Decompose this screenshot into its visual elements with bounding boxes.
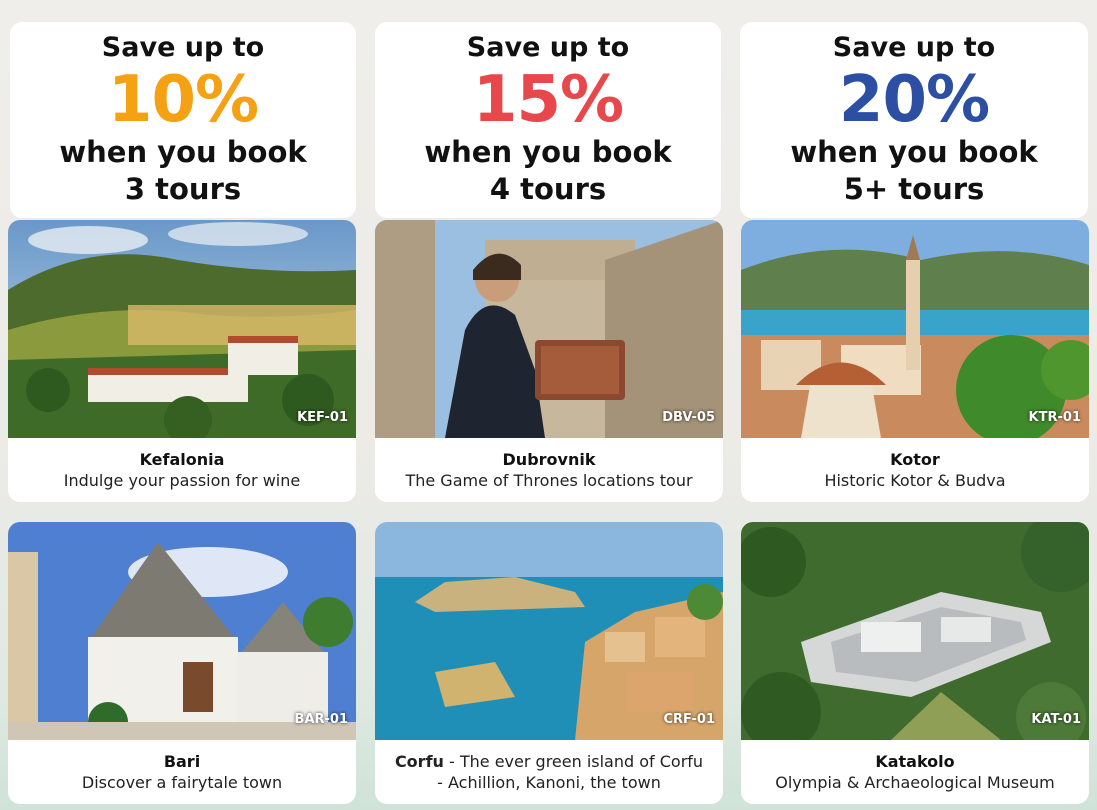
tour-description-line2: - Achillion, Kanoni, the town bbox=[437, 773, 661, 792]
tour-name: Katakolo bbox=[875, 752, 955, 771]
promo-tour-count: 3 tours bbox=[124, 172, 242, 206]
promo-save-label: Save up to bbox=[466, 32, 630, 63]
tour-description-line1: - The ever green island of Corfu bbox=[443, 752, 704, 771]
tour-card-kotor[interactable]: KTR-01 Kotor Historic Kotor & Budva bbox=[741, 220, 1089, 502]
tour-description: Discover a fairytale town bbox=[81, 773, 283, 792]
tour-description: Corfu - The ever green island of Corfu bbox=[381, 751, 717, 772]
tour-name: Dubrovnik bbox=[502, 450, 596, 469]
promo-tour-count: 5+ tours bbox=[843, 172, 985, 206]
tour-photo-bari bbox=[8, 522, 356, 740]
tour-photo-corfu bbox=[375, 522, 723, 740]
tour-name: Kotor bbox=[890, 450, 940, 469]
tour-card-bari[interactable]: BAR-01 Bari Discover a fairytale town bbox=[8, 522, 356, 804]
tour-card-katakolo[interactable]: KAT-01 Katakolo Olympia & Archaeological… bbox=[741, 522, 1089, 804]
tour-description: Indulge your passion for wine bbox=[63, 471, 301, 490]
tour-code: DBV-05 bbox=[662, 410, 715, 425]
tour-caption: Kotor Historic Kotor & Budva bbox=[741, 438, 1089, 502]
tour-photo-katakolo bbox=[741, 522, 1089, 740]
promo-percent: 20% bbox=[838, 63, 990, 137]
promo-condition: when you book bbox=[59, 135, 307, 169]
tour-code: BAR-01 bbox=[294, 712, 348, 727]
tour-card-corfu[interactable]: CRF-01 Corfu - The ever green island of … bbox=[375, 522, 723, 804]
tour-caption: Kefalonia Indulge your passion for wine bbox=[8, 438, 356, 502]
tour-description: Historic Kotor & Budva bbox=[824, 471, 1006, 490]
promo-save-label: Save up to bbox=[101, 32, 265, 63]
tour-photo-kotor bbox=[741, 220, 1089, 438]
promo-condition: when you book bbox=[424, 135, 672, 169]
tour-code: KTR-01 bbox=[1028, 410, 1081, 425]
tour-name: Bari bbox=[163, 752, 201, 771]
promo-tour-count: 4 tours bbox=[489, 172, 607, 206]
tour-description: Olympia & Archaeological Museum bbox=[775, 773, 1055, 792]
tour-card-kefalonia[interactable]: KEF-01 Kefalonia Indulge your passion fo… bbox=[8, 220, 356, 502]
tour-code: KAT-01 bbox=[1031, 712, 1081, 727]
promo-card-15: Save up to 15% when you book 4 tours bbox=[375, 22, 721, 218]
tour-name: Kefalonia bbox=[139, 450, 225, 469]
tour-description: The Game of Thrones locations tour bbox=[405, 471, 693, 490]
tour-caption: Corfu - The ever green island of Corfu -… bbox=[375, 740, 723, 804]
tour-caption: Bari Discover a fairytale town bbox=[8, 740, 356, 804]
promo-percent: 15% bbox=[472, 63, 624, 137]
promo-save-label: Save up to bbox=[832, 32, 996, 63]
tour-photo-dubrovnik bbox=[375, 220, 723, 438]
tour-caption: Dubrovnik The Game of Thrones locations … bbox=[375, 438, 723, 502]
promo-card-20: Save up to 20% when you book 5+ tours bbox=[740, 22, 1088, 218]
promo-percent: 10% bbox=[107, 63, 259, 137]
tour-code: KEF-01 bbox=[297, 410, 348, 425]
tour-name: Corfu bbox=[394, 752, 444, 771]
promo-card-10: Save up to 10% when you book 3 tours bbox=[10, 22, 356, 218]
tour-caption: Katakolo Olympia & Archaeological Museum bbox=[741, 740, 1089, 804]
tour-code: CRF-01 bbox=[663, 712, 715, 727]
tour-card-dubrovnik[interactable]: DBV-05 Dubrovnik The Game of Thrones loc… bbox=[375, 220, 723, 502]
tour-photo-kefalonia bbox=[8, 220, 356, 438]
promo-condition: when you book bbox=[790, 135, 1038, 169]
